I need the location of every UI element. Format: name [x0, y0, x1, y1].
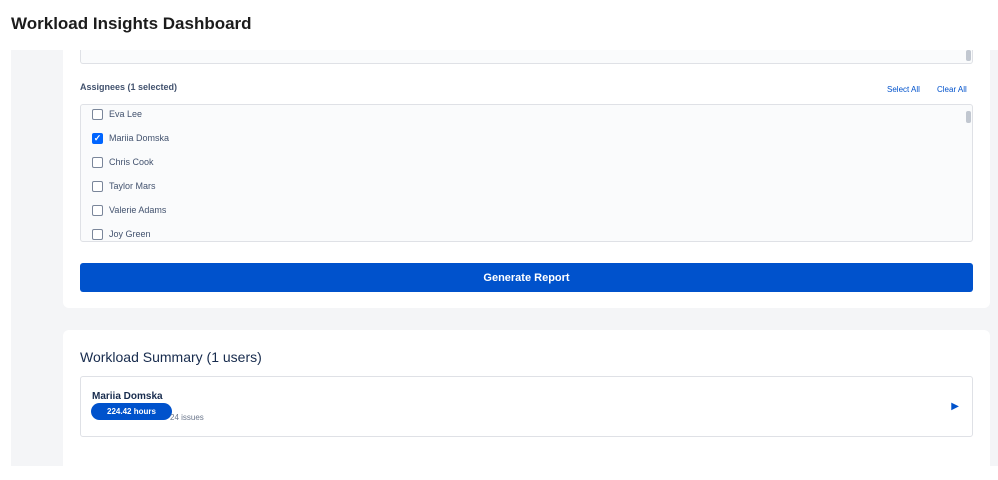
user-summary-item[interactable]: Mariia Domska 224.42 hours 24 issues ▶ [80, 376, 973, 437]
assignee-name: Joy Green [109, 229, 151, 239]
assignee-list[interactable]: Eva Lee ✓ Mariia Domska Chris Cook Taylor Ma… [80, 104, 973, 242]
assignee-option[interactable]: Eva Lee [92, 106, 142, 122]
assignee-name: Eva Lee [109, 109, 143, 119]
assignee-name: Taylor Mars [109, 181, 156, 191]
select-all-link[interactable]: Select All [887, 85, 920, 94]
expand-arrow-icon[interactable]: ▶ [951, 401, 959, 412]
summary-card: Workload Summary (1 users) Mariia Domska… [63, 330, 990, 480]
assignee-option[interactable]: Chris Cook [92, 154, 154, 170]
summary-title: Workload Summary (1 users) [80, 349, 262, 365]
page-title: Workload Insights Dashboard [11, 14, 252, 33]
checkbox[interactable] [92, 204, 103, 216]
checkbox[interactable] [92, 228, 103, 240]
scrollbar[interactable] [966, 111, 971, 123]
scrollbar[interactable] [966, 50, 971, 61]
hours-badge: 224.42 hours [91, 403, 172, 420]
top-field[interactable] [80, 50, 973, 64]
checkbox[interactable] [92, 156, 103, 168]
issues-count: 24 issues [170, 413, 204, 422]
assignees-label: Assignees (1 selected) [80, 82, 178, 92]
checkbox-checked[interactable]: ✓ [92, 132, 103, 144]
assignee-name: Valerie Adams [109, 205, 167, 215]
checkbox[interactable] [92, 108, 103, 120]
user-name: Mariia Domska [92, 391, 163, 402]
assignee-option[interactable]: Valerie Adams [92, 202, 166, 218]
assignee-option[interactable]: Taylor Mars [92, 178, 156, 194]
clear-all-link[interactable]: Clear All [937, 85, 967, 94]
generate-report-button[interactable]: Generate Report [80, 263, 973, 292]
filter-card: Assignees (1 selected) Select All Clear … [63, 50, 990, 308]
assignee-option[interactable]: ✓ Mariia Domska [92, 130, 169, 146]
assignee-option[interactable]: Joy Green [92, 226, 151, 241]
assignee-name: Chris Cook [109, 157, 154, 167]
assignee-name: Mariia Domska [109, 133, 170, 143]
checkbox[interactable] [92, 180, 103, 192]
header: Workload Insights Dashboard [0, 0, 998, 50]
